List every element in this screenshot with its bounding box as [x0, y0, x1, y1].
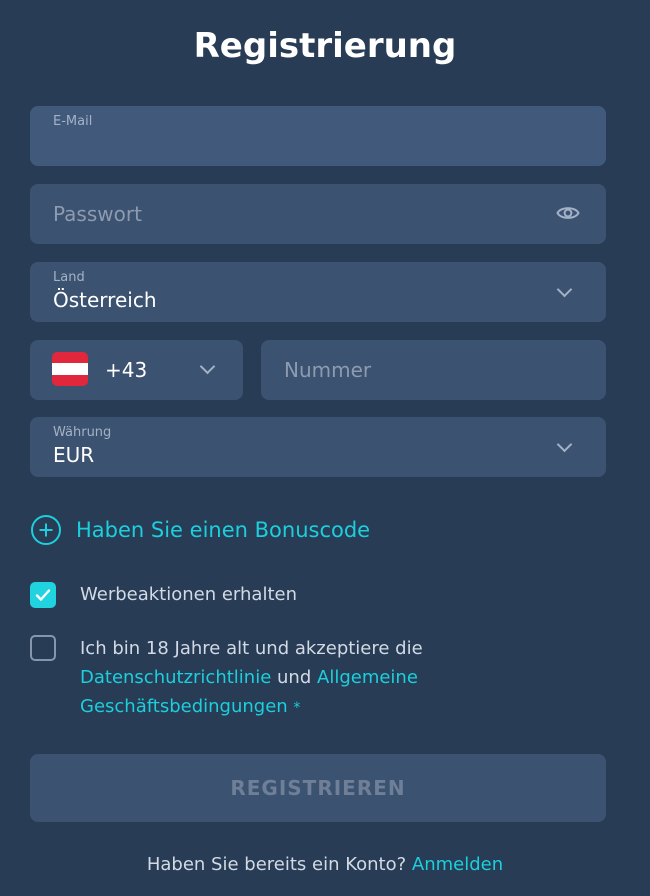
email-label: E-Mail [53, 114, 93, 129]
currency-value: EUR [53, 443, 95, 467]
password-field[interactable]: Passwort [30, 184, 606, 244]
bonus-code-toggle[interactable]: Haben Sie einen Bonuscode [30, 512, 370, 548]
required-mark: * [293, 700, 301, 716]
phone-number-placeholder: Nummer [284, 358, 372, 382]
country-select[interactable]: Land Österreich [30, 262, 606, 322]
terms-text-before: Ich bin 18 Jahre alt und akzeptiere die [80, 638, 423, 659]
currency-label: Währung [53, 425, 112, 440]
phone-code-select[interactable]: +43 [30, 340, 243, 400]
chevron-down-icon [556, 281, 573, 298]
email-field[interactable]: E-Mail [30, 106, 606, 166]
page-title: Registrierung [193, 26, 457, 66]
phone-number-field[interactable]: Nummer [261, 340, 606, 400]
eye-icon[interactable] [556, 203, 580, 227]
terms-checkbox[interactable] [30, 635, 56, 661]
register-button[interactable]: REGISTRIEREN [30, 754, 606, 822]
country-value: Österreich [53, 288, 157, 312]
chevron-down-icon [199, 358, 216, 375]
checkmark-icon [35, 589, 51, 601]
password-placeholder: Passwort [53, 202, 142, 226]
plus-circle-icon [31, 515, 61, 545]
country-label: Land [53, 270, 85, 285]
promotions-checkbox[interactable] [30, 582, 56, 608]
promotions-option: Werbeaktionen erhalten [30, 582, 297, 609]
terms-text: Ich bin 18 Jahre alt und akzeptiere die … [80, 634, 460, 723]
terms-and: und [277, 667, 312, 688]
privacy-policy-link[interactable]: Datenschutzrichtlinie [80, 667, 271, 688]
promotions-label: Werbeaktionen erhalten [80, 584, 297, 605]
login-prompt-text: Haben Sie bereits ein Konto? [146, 854, 407, 875]
chevron-down-icon [556, 436, 573, 453]
login-link[interactable]: Anmelden [412, 854, 503, 875]
phone-code-value: +43 [105, 358, 148, 382]
austria-flag-icon [52, 352, 88, 386]
currency-select[interactable]: Währung EUR [30, 417, 606, 477]
terms-option: Ich bin 18 Jahre alt und akzeptiere die … [30, 634, 460, 723]
bonus-code-label: Haben Sie einen Bonuscode [76, 518, 371, 542]
login-prompt: Haben Sie bereits ein Konto? Anmelden [0, 854, 650, 875]
